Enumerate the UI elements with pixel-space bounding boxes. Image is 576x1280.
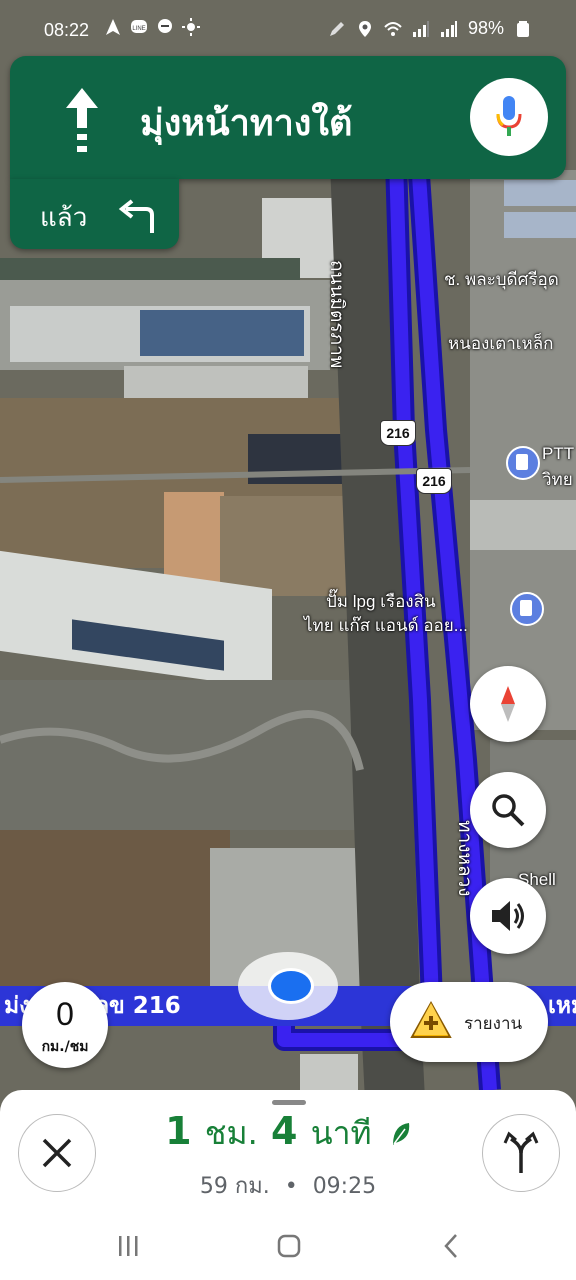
svg-text:LINE: LINE [132, 26, 145, 32]
gas-station-icon[interactable] [510, 592, 544, 626]
eta-minutes-unit: นาที [310, 1114, 372, 1152]
volume-icon [492, 901, 524, 931]
compass-icon [501, 686, 515, 722]
trip-distance: 59 กม. [199, 1174, 270, 1199]
map-label: ปั๊ม lpg เรืองสิน [326, 592, 436, 611]
sun-icon [182, 18, 200, 36]
search-icon [492, 794, 525, 827]
map-label: PTT [542, 444, 575, 463]
navigation-arrow-icon [106, 19, 120, 35]
road-label: ถนนมิตรภาพ [326, 260, 347, 369]
battery-percent: 98% [467, 18, 504, 38]
then-banner[interactable]: แล้ว [10, 179, 179, 249]
search-button[interactable] [470, 772, 546, 848]
speedometer: 0 กม./ชม [22, 982, 108, 1068]
wifi-icon [384, 21, 402, 36]
route-shield: 216 [416, 468, 452, 494]
direction-banner[interactable]: มุ่งหน้าทางใต้ [10, 56, 566, 179]
turn-left-icon [118, 199, 154, 233]
map-label: หนองเตาเหล็ก [448, 334, 554, 353]
sheet-drag-handle[interactable] [272, 1100, 306, 1105]
recent-apps-icon[interactable] [114, 1232, 144, 1260]
chat-bubble-icon [158, 19, 172, 33]
signal-icon-2 [440, 20, 457, 37]
microphone-icon [496, 96, 522, 136]
map-label: วิทย [542, 470, 573, 489]
current-location-puck [268, 968, 314, 1004]
report-button[interactable]: รายงาน [390, 982, 548, 1062]
report-label: รายงาน [464, 1014, 523, 1034]
home-icon[interactable] [274, 1232, 304, 1260]
road-label: ทางหลวง [454, 820, 475, 897]
eta-hours: 1 [165, 1109, 192, 1153]
speed-unit: กม./ชม [41, 1039, 89, 1055]
eta-hours-unit: ชม. [204, 1114, 258, 1152]
status-right-icons: 98% [328, 18, 532, 39]
pencil-icon [329, 21, 344, 36]
voice-search-button[interactable] [470, 78, 548, 156]
status-left-icons: LINE [104, 18, 200, 36]
report-incident-icon [410, 1000, 452, 1038]
compass-button[interactable] [470, 666, 546, 742]
eta-minutes: 4 [271, 1109, 298, 1153]
location-pin-icon [358, 20, 371, 37]
next-road-name: เหม [548, 993, 576, 1019]
trip-separator: • [284, 1174, 298, 1199]
battery-icon [517, 20, 529, 37]
status-time: 08:22 [44, 20, 90, 40]
alternate-routes-button[interactable] [482, 1114, 560, 1192]
signal-icon [412, 20, 429, 37]
map-label: ช. พละบุดีศรีอุด [444, 270, 559, 289]
back-icon[interactable] [436, 1232, 466, 1260]
alt-route-icon [503, 1131, 539, 1173]
then-label: แล้ว [40, 203, 88, 233]
system-nav-bar [0, 1210, 576, 1280]
gas-station-icon[interactable] [506, 446, 540, 480]
map-label: ไทย แก๊ส แอนด์ ออย... [304, 616, 468, 635]
route-shield: 216 [380, 420, 416, 446]
trip-arrival-time: 09:25 [312, 1174, 377, 1199]
line-app-icon: LINE [131, 20, 147, 33]
status-bar: 08:22 LINE 98% [0, 0, 576, 58]
speed-value: 0 [56, 996, 74, 1032]
sound-button[interactable] [470, 878, 546, 954]
eco-leaf-icon [392, 1122, 410, 1145]
direction-instruction: มุ่งหน้าทางใต้ [140, 103, 353, 144]
arrow-up-icon [66, 88, 98, 152]
